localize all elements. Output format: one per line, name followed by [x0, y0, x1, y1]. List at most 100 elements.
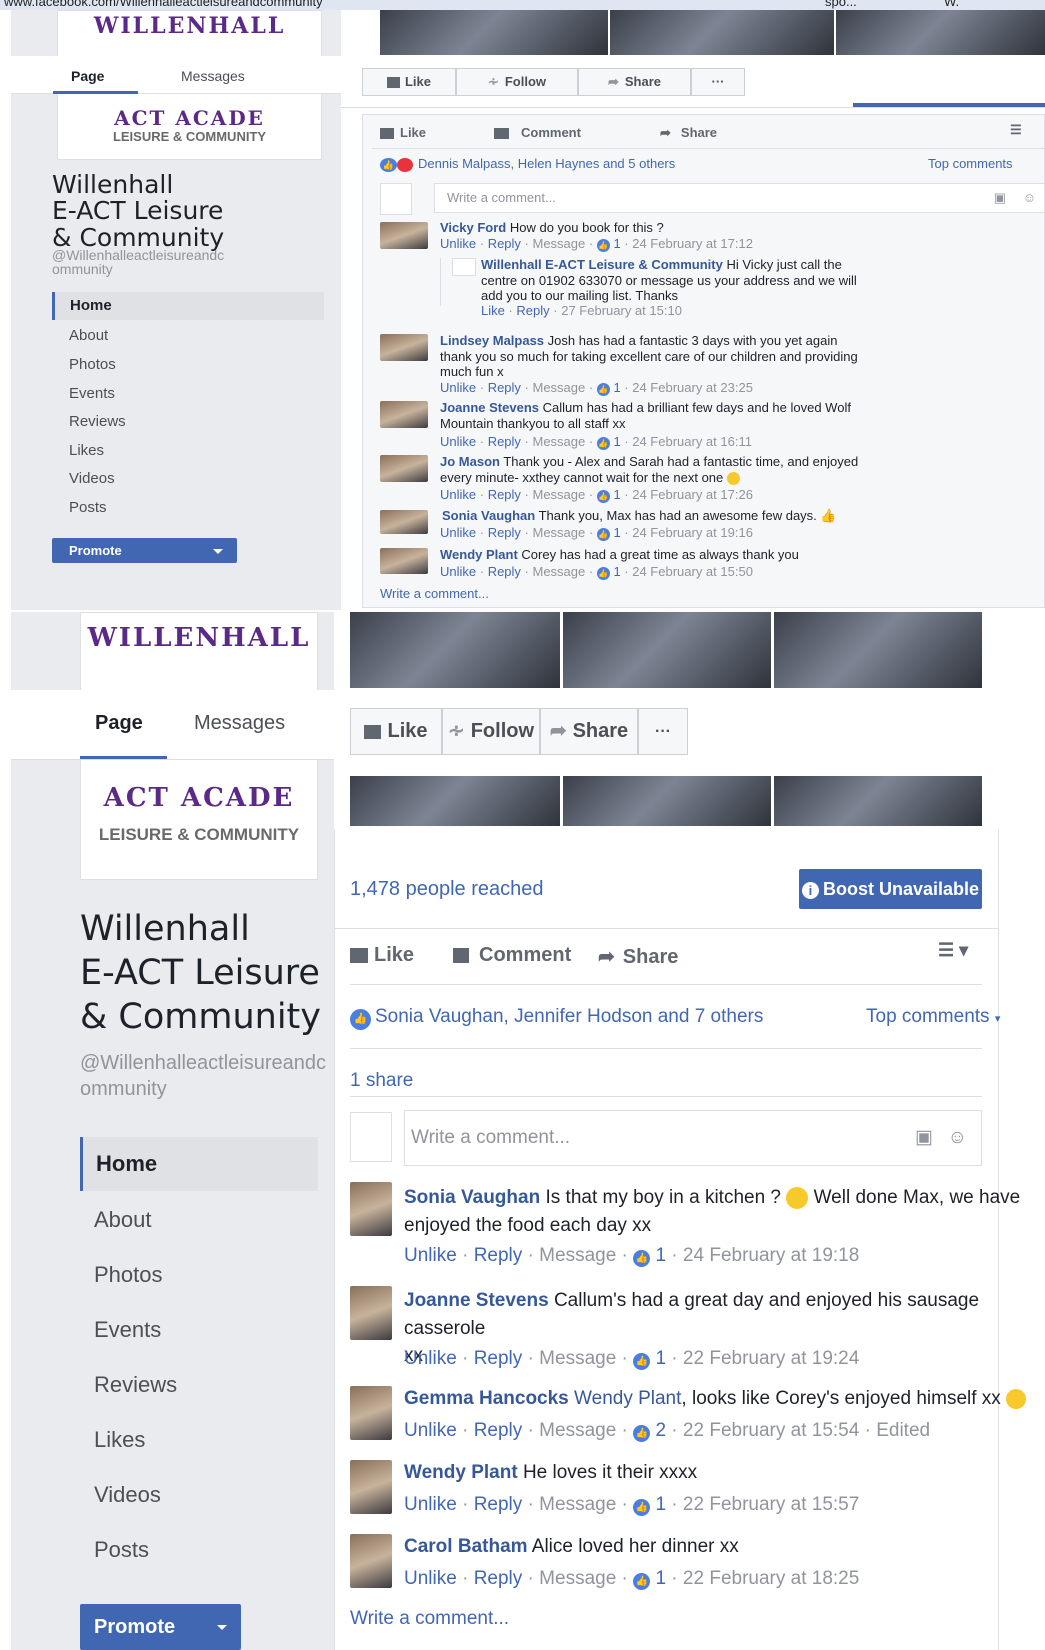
- comment-meta: Unlike · Reply · Message · 👍 1 · 24 Febr…: [440, 564, 753, 580]
- avatar: [380, 548, 428, 574]
- share-arrow-icon: ➦: [598, 946, 615, 968]
- address-bar[interactable]: www.facebook.com/Willenhalleactleisurean…: [4, 0, 323, 9]
- post-share-button-1[interactable]: ➦ Share: [660, 125, 717, 141]
- comment-input-1[interactable]: Write a comment... ▣ ☺: [434, 183, 1045, 213]
- comment-meta: Unlike · Reply · Message · 👍 1 · 22 Febr…: [404, 1494, 860, 1516]
- post-like-button-1[interactable]: Like: [380, 125, 426, 140]
- comment-meta: Unlike · Reply · Message · 👍 1 · 24 Febr…: [440, 487, 753, 503]
- thumbs-up-icon: [380, 128, 394, 140]
- reactions-summary-1[interactable]: 👍 Dennis Malpass, Helen Haynes and 5 othe…: [380, 156, 675, 172]
- comment-gemma-hancocks: Gemma Hancocks Wendy Plant, looks like C…: [404, 1388, 1027, 1411]
- comment-sonia-vaughan-2: Sonia Vaughan Is that my boy in a kitche…: [404, 1186, 1021, 1236]
- tab-messages[interactable]: Messages: [181, 68, 245, 84]
- audience-selector-icon[interactable]: ☰ ▾: [938, 940, 968, 961]
- nav-likes[interactable]: Likes: [69, 442, 104, 459]
- like-page-button-2[interactable]: Like: [350, 708, 442, 755]
- post-share-button-2[interactable]: ➦ Share: [598, 944, 678, 969]
- browser-strip: www.facebook.com/Willenhalleactleisurean…: [0, 0, 1045, 10]
- nav-photos-2[interactable]: Photos: [94, 1262, 163, 1288]
- post-photo-2b: [563, 612, 771, 688]
- more-button-1[interactable]: ···: [691, 68, 745, 96]
- tab-page[interactable]: Page: [71, 68, 104, 84]
- comment-carol-batham: Carol Batham Alice loved her dinner xx: [404, 1536, 739, 1557]
- avatar: [380, 334, 428, 361]
- nav-reviews[interactable]: Reviews: [69, 413, 126, 430]
- nav-photos[interactable]: Photos: [69, 356, 116, 373]
- avatar: [350, 1286, 392, 1340]
- comment-sonia-vaughan-1: Sonia Vaughan Thank you, Max has had an …: [442, 508, 837, 523]
- nav-events[interactable]: Events: [69, 385, 115, 402]
- avatar: [350, 1182, 392, 1236]
- divider: [334, 928, 999, 929]
- share-count[interactable]: 1 share: [350, 1070, 413, 1092]
- comment-meta: Unlike · Reply · Message · 👍 1 · 22 Febr…: [404, 1568, 860, 1590]
- browser-tab[interactable]: spo...: [825, 0, 857, 9]
- like-count-icon: 👍: [596, 239, 610, 252]
- comment-jo-mason: Jo Mason Thank you - Alex and Sarah had …: [440, 454, 859, 485]
- nav-reviews-2[interactable]: Reviews: [94, 1372, 177, 1398]
- page-tabbar-1: Page Messages: [11, 56, 341, 94]
- rss-icon: ∻: [447, 720, 465, 742]
- share-arrow-icon: ➦: [607, 74, 619, 89]
- love-reaction-icon: [397, 157, 413, 172]
- comment-input-2[interactable]: Write a comment... ▣ ☺: [404, 1110, 982, 1166]
- nav-home[interactable]: Home: [52, 292, 324, 320]
- wink-emoji-icon: [726, 471, 740, 485]
- thumbs-up-icon: [364, 724, 382, 739]
- smiley-icon[interactable]: ☺: [1023, 184, 1036, 212]
- thumbs-up-icon: [386, 77, 400, 89]
- nav-posts[interactable]: Posts: [69, 499, 107, 516]
- nav-posts-2[interactable]: Posts: [94, 1537, 149, 1563]
- share-page-button-2[interactable]: ➦ Share: [540, 708, 638, 755]
- browser-tab-2[interactable]: W.: [944, 0, 959, 9]
- follow-page-button-1[interactable]: ∻ Follow: [456, 68, 578, 96]
- comment-meta: Unlike · Reply · Message · 👍 1 · 24 Febr…: [440, 236, 753, 252]
- comment-lindsey-malpass: Lindsey Malpass Josh has had a fantastic…: [440, 333, 858, 380]
- avatar: [380, 222, 428, 249]
- tab-page-2[interactable]: Page: [95, 712, 143, 735]
- nav-likes-2[interactable]: Likes: [94, 1427, 145, 1453]
- smiley-icon[interactable]: ☺: [948, 1111, 967, 1165]
- reactions-summary-2[interactable]: 👍 Sonia Vaughan, Jennifer Hodson and 7 ot…: [350, 1006, 763, 1030]
- share-page-button-1[interactable]: ➦ Share: [578, 68, 691, 96]
- more-button-2[interactable]: ···: [638, 708, 688, 755]
- divider: [350, 1048, 982, 1049]
- post-comment-button-2[interactable]: Comment: [453, 944, 571, 967]
- nav-videos[interactable]: Videos: [69, 470, 115, 487]
- camera-icon[interactable]: ▣: [994, 184, 1006, 212]
- camera-icon[interactable]: ▣: [915, 1111, 933, 1165]
- reach-text[interactable]: 1,478 people reached: [350, 878, 544, 901]
- like-page-button-1[interactable]: Like: [362, 68, 456, 96]
- nav-about-2[interactable]: About: [94, 1207, 152, 1233]
- promote-button-1[interactable]: Promote: [52, 538, 237, 563]
- like-reaction-icon: 👍: [350, 1009, 371, 1030]
- avatar: [380, 510, 428, 534]
- kiss-emoji-icon: [786, 1186, 809, 1209]
- page-title-1: Willenhall E-ACT Leisure & Community: [52, 170, 225, 252]
- post-photo-strip-1a: [380, 10, 608, 55]
- promote-button-2[interactable]: Promote: [80, 1604, 241, 1650]
- divider: [350, 984, 982, 985]
- follow-page-button-2[interactable]: ∻ Follow: [442, 708, 540, 755]
- nav-home-2[interactable]: Home: [80, 1137, 318, 1191]
- post-like-button-2[interactable]: Like: [350, 944, 414, 967]
- nav-videos-2[interactable]: Videos: [94, 1482, 161, 1508]
- top-comments-selector-2[interactable]: Top comments ▾: [866, 1006, 1000, 1028]
- tab-messages-2[interactable]: Messages: [194, 712, 285, 735]
- avatar: [350, 1386, 392, 1440]
- boost-button[interactable]: i Boost Unavailable: [799, 869, 982, 909]
- write-comment-link-1[interactable]: Write a comment...: [380, 586, 489, 601]
- page-avatar: [380, 183, 412, 215]
- post-photo-2a: [350, 612, 560, 688]
- rss-icon: ∻: [487, 74, 499, 89]
- like-count-icon: 👍: [633, 1499, 651, 1516]
- audience-selector-icon[interactable]: ☰: [1010, 122, 1022, 138]
- nav-about[interactable]: About: [69, 327, 108, 344]
- top-comments-selector-1[interactable]: Top comments: [928, 156, 1013, 171]
- comment-wendy-plant-2: Wendy Plant He loves it their xxxx: [404, 1462, 698, 1483]
- nav-events-2[interactable]: Events: [94, 1317, 161, 1343]
- comment-meta: Unlike · Reply · Message · 👍 1 · 24 Febr…: [440, 434, 752, 450]
- write-comment-link-2[interactable]: Write a comment...: [350, 1608, 509, 1630]
- page-title-2: Willenhall E-ACT Leisure & Community: [80, 909, 321, 1037]
- post-comment-button-1[interactable]: Comment: [494, 125, 581, 140]
